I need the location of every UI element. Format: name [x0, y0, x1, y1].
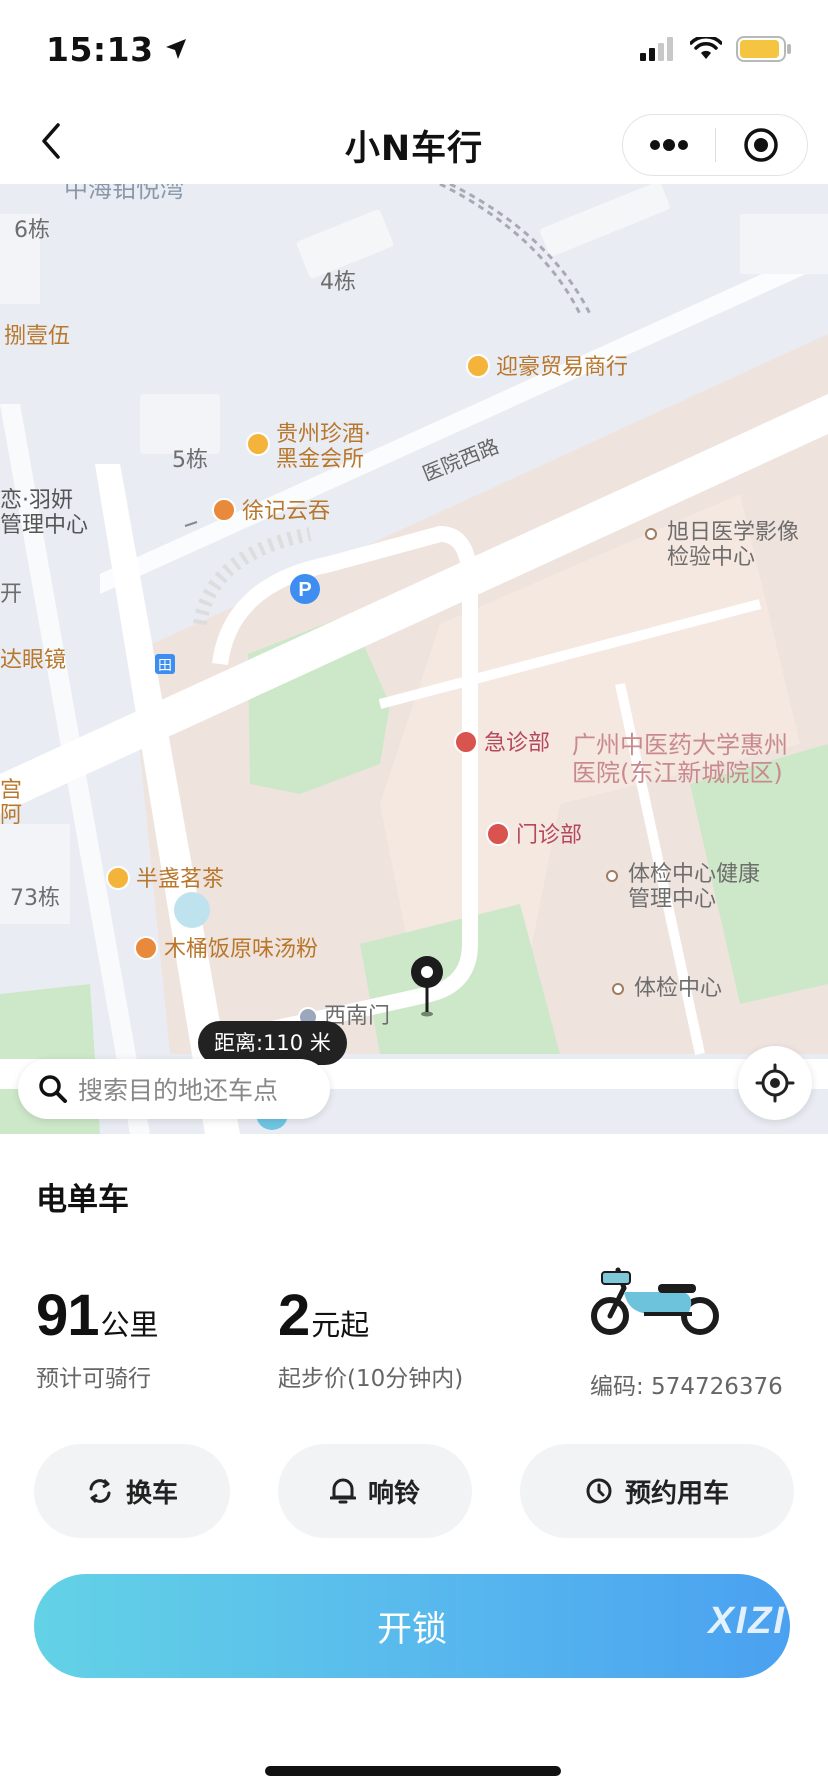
more-dots-icon — [649, 139, 688, 151]
status-icons — [640, 35, 792, 66]
poi-building-6: 6栋 — [14, 218, 50, 243]
scooter-icon — [588, 1258, 728, 1342]
target-circle-icon — [744, 128, 778, 162]
status-bar: 15:13 — [0, 0, 828, 100]
ring-bell-button[interactable]: 响铃 — [278, 1444, 472, 1538]
home-indicator — [265, 1766, 561, 1776]
status-time: 15:13 — [46, 30, 188, 69]
svg-text:田: 田 — [158, 658, 172, 674]
poi-building-73: 73栋 — [10, 886, 60, 911]
poi-building-4: 4栋 — [320, 270, 356, 295]
more-button[interactable] — [623, 115, 715, 175]
poi-mutong-label: 木桶饭原味汤粉 — [164, 937, 319, 962]
price-value: 2 — [278, 1283, 310, 1348]
poi-guizhou[interactable]: 贵州珍酒· 黑金会所 — [246, 422, 371, 473]
restaurant-icon — [134, 936, 158, 960]
map-pin-icon — [411, 956, 443, 1017]
search-icon — [39, 1075, 67, 1103]
watermark-logo: XIZI — [708, 1600, 786, 1642]
swap-icon — [86, 1477, 114, 1505]
tea-icon — [106, 866, 130, 890]
range-stat: 91公里 预计可骑行 — [36, 1282, 159, 1393]
poi-mutong[interactable]: 木桶饭原味汤粉 — [134, 936, 318, 962]
ring-bell-label: 响铃 — [367, 1478, 420, 1509]
miniapp-capsule — [622, 114, 808, 176]
poi-menzhen-label: 门诊部 — [516, 823, 583, 848]
nav-header: 小N车行 — [0, 100, 828, 184]
restaurant-icon — [212, 498, 236, 522]
bike-code: 编码: 574726376 — [590, 1374, 783, 1400]
hospital-icon — [454, 730, 478, 754]
clock-icon — [585, 1477, 613, 1505]
poi-hospital[interactable]: 广州中医药大学惠州 医院(东江新城院区) — [572, 731, 788, 787]
wifi-icon — [689, 35, 723, 65]
clinic-icon — [606, 870, 618, 882]
swap-bike-label: 换车 — [125, 1478, 178, 1509]
range-value: 91 — [36, 1283, 100, 1348]
poi-dayanjing: 达眼镜 — [0, 648, 67, 673]
price-desc: 起步价(10分钟内) — [278, 1366, 464, 1392]
clinic-icon — [645, 528, 657, 540]
bar-icon — [246, 432, 270, 456]
poi-kai: 开 — [0, 582, 23, 607]
poi-jizhen-label: 急诊部 — [484, 731, 551, 756]
poi-zhonghai: 中海铂悦湾 — [64, 184, 184, 203]
poi-yinghao-label: 迎豪贸易商行 — [496, 355, 629, 380]
poi-yuyan: 恋·羽妍 管理中心 — [0, 488, 89, 539]
poi-yinghao[interactable]: 迎豪贸易商行 — [466, 354, 628, 380]
poi-tijian-label: 体检中心 — [634, 976, 723, 1001]
bike-location-pin[interactable] — [409, 954, 445, 1024]
poi-gong: 宫 阿 — [0, 778, 23, 829]
range-unit: 公里 — [100, 1308, 159, 1342]
bike-info-panel: 电单车 91公里 预计可骑行 2元起 起步价(10分钟内) 编码: 574726… — [0, 1134, 828, 1792]
poi-xuri[interactable]: 旭日医学影像 检验中心 — [645, 520, 799, 571]
unlock-button[interactable]: 开锁 — [34, 1574, 790, 1678]
unlock-label: 开锁 — [376, 1609, 447, 1650]
bike-type: 电单车 — [36, 1182, 129, 1218]
location-arrow-icon — [164, 30, 188, 69]
poi-xuji[interactable]: 徐记云吞 — [212, 498, 330, 524]
shop-icon — [466, 354, 490, 378]
poi-menzhen[interactable]: 门诊部 — [486, 822, 582, 848]
poi-tijian-jk-label: 体检中心健康 管理中心 — [628, 862, 761, 913]
poi-tijian-jk[interactable]: 体检中心健康 管理中心 — [606, 862, 760, 913]
cellular-signal-icon — [640, 37, 676, 65]
reserve-bike-label: 预约用车 — [624, 1478, 729, 1509]
poi-bayiwu: 捌壹伍 — [4, 324, 71, 349]
bell-icon — [329, 1477, 356, 1505]
reserve-bike-button[interactable]: 预约用车 — [520, 1444, 794, 1538]
price-unit: 元起 — [311, 1308, 370, 1342]
hospital-icon — [486, 822, 510, 846]
battery-icon — [736, 36, 792, 66]
search-return-point-input[interactable]: 搜索目的地还车点 — [18, 1059, 330, 1119]
locate-me-button[interactable] — [738, 1046, 812, 1120]
svg-text:P: P — [298, 579, 311, 601]
poi-tijian[interactable]: 体检中心 — [612, 976, 722, 1001]
poi-banzhan-label: 半盏茗茶 — [136, 867, 225, 892]
poi-jizhen[interactable]: 急诊部 — [454, 730, 550, 756]
poi-guizhou-label: 贵州珍酒· 黑金会所 — [276, 422, 371, 473]
poi-banzhan[interactable]: 半盏茗茶 — [106, 866, 224, 892]
price-stat: 2元起 起步价(10分钟内) — [278, 1282, 463, 1393]
close-miniapp-button[interactable] — [716, 115, 808, 175]
poi-building-5: 5栋 — [172, 448, 208, 473]
clinic-icon — [612, 983, 624, 995]
poi-xuji-label: 徐记云吞 — [242, 499, 331, 524]
search-placeholder: 搜索目的地还车点 — [78, 1076, 279, 1105]
crosshair-icon — [755, 1063, 795, 1103]
clock-text: 15:13 — [46, 30, 154, 69]
swap-bike-button[interactable]: 换车 — [34, 1444, 230, 1538]
poi-xuri-label: 旭日医学影像 检验中心 — [667, 520, 800, 571]
range-desc: 预计可骑行 — [36, 1366, 151, 1392]
